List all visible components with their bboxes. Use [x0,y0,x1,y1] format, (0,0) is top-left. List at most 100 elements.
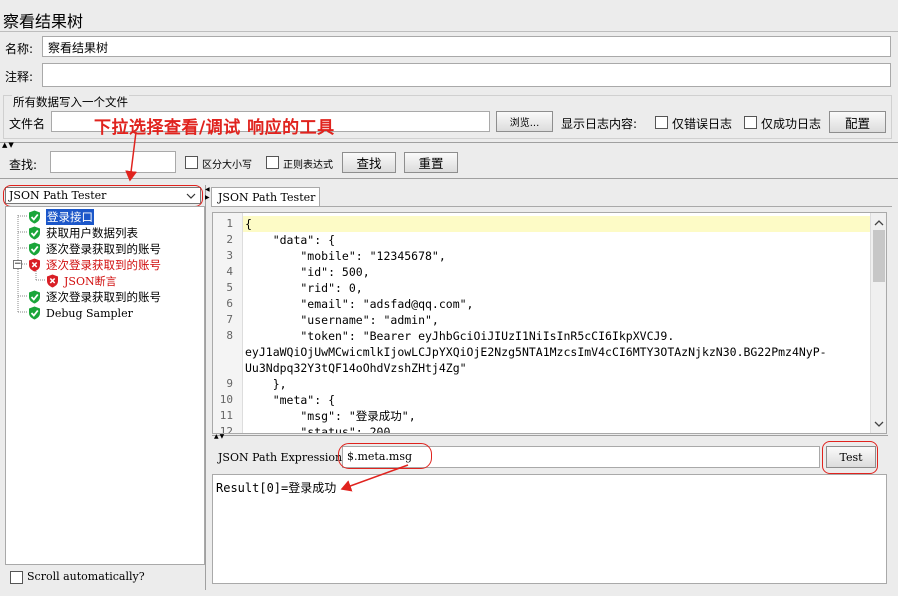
vertical-scrollbar[interactable] [870,213,886,433]
code-text: "username": "admin", [245,313,439,327]
success-shield-icon [29,290,40,304]
line-number: 1 [226,217,233,230]
code-line: 6 "email": "adsfad@qq.com", [213,296,871,312]
failure-shield-icon [47,274,58,288]
code-line: eyJ1aWQiOjUwMCwicmlkIjowLCJpYXQiOjE2Nzg5… [213,344,871,360]
scroll-auto-label: Scroll automatically? [27,570,145,583]
tree-item[interactable]: 逐次登录获取到的账号 [28,289,161,305]
tree-item-label: Debug Sampler [46,306,133,320]
code-line: 7 "username": "admin", [213,312,871,328]
success-shield-icon [29,210,40,224]
splitter-handle-top[interactable]: ▲▼ [0,141,898,149]
success-only-label: 仅成功日志 [761,117,822,131]
vertical-splitter[interactable]: ◀ ▶ [205,185,210,590]
line-number: 9 [226,377,233,390]
file-section-legend: 所有数据写入一个文件 [12,94,129,110]
line-number: 4 [226,265,233,278]
errors-only-label: 仅错误日志 [672,117,733,131]
reset-button[interactable]: 重置 [404,152,458,173]
tree-item-label: 逐次登录获取到的账号 [46,258,161,272]
code-text: "data": { [245,233,336,247]
errors-only-checkbox[interactable] [655,116,668,129]
tree-item[interactable]: JSON断言 [46,273,117,289]
tab-json-path-tester[interactable]: JSON Path Tester [211,187,320,207]
line-number: 7 [226,313,233,326]
code-text: eyJ1aWQiOjUwMCwicmlkIjowLCJpYXQiOjE2Nzg5… [245,345,827,359]
code-line: 4 "id": 500, [213,264,871,280]
scrollbar-thumb[interactable] [873,230,885,282]
code-line: 3 "mobile": "12345678", [213,248,871,264]
name-field-value: 察看结果树 [48,41,109,55]
response-viewer: 1{2 "data": {3 "mobile": "12345678", 4 "i… [212,212,887,434]
annotation-text: 下拉选择查看/调试 响应的工具 [94,118,335,138]
success-only-checkbox[interactable] [744,116,757,129]
tree-item-label: 登录接口 [46,209,94,225]
tree-item[interactable]: 获取用户数据列表 [28,225,138,241]
code-line: Uu3Ndpq32Y3tQF14oOhdVzshZHtj4Zg" [213,360,871,376]
log-label: 显示日志内容: [561,117,638,131]
find-button[interactable]: 查找 [342,152,396,173]
collapse-arrows-icon: ▲▼ [214,433,226,440]
code-text: "email": "adsfad@qq.com", [245,297,474,311]
code-text: "id": 500, [245,265,370,279]
code-line: 12 "status": 200 [213,424,871,434]
file-label: 文件名 [9,117,46,131]
tree-item[interactable]: 逐次登录获取到的账号 [28,257,161,273]
line-number: 8 [226,329,233,342]
comment-field[interactable] [42,63,891,87]
scroll-down-icon[interactable] [872,418,886,430]
result-area: Result[0]=登录成功 [212,474,887,584]
scroll-up-icon[interactable] [872,217,886,229]
result-text: Result[0]=登录成功 [216,481,337,495]
code-line: 8 "token": "Bearer eyJhbGciOiJIUzI1NiIsI… [213,328,871,344]
splitter-arrow-left-icon: ◀ [205,186,210,193]
code-line: 2 "data": { [213,232,871,248]
scroll-auto-checkbox[interactable] [10,571,23,584]
name-field[interactable]: 察看结果树 [42,36,891,57]
tree-item-label: 逐次登录获取到的账号 [46,242,161,256]
annotation-dropdown-highlight [3,185,203,207]
splitter-arrow-right-icon: ▶ [205,194,210,201]
tree-item[interactable]: 逐次登录获取到的账号 [28,241,161,257]
code-text: { [245,217,252,231]
success-shield-icon [29,226,40,240]
code-text: "rid": 0, [245,281,363,295]
annotation-jsonpath-highlight [338,443,432,469]
tree-item-label: 逐次登录获取到的账号 [46,290,161,304]
search-input[interactable] [50,151,176,173]
line-number: 2 [226,233,233,246]
case-sensitive-checkbox[interactable] [185,156,198,169]
tree-item[interactable]: Debug Sampler [28,305,133,321]
line-number: 11 [219,409,233,422]
code-line: 9 }, [213,376,871,392]
splitter-handle-mid[interactable] [0,178,898,183]
line-number: 10 [219,393,233,406]
splitter-handle-right[interactable]: ▲▼ [212,433,888,440]
regex-checkbox[interactable] [266,156,279,169]
failure-shield-icon [29,258,40,272]
browse-button[interactable]: 浏览... [496,111,553,132]
code-line: 10 "meta": { [213,392,871,408]
case-sensitive-label: 区分大小写 [202,160,252,171]
tree-item-label: 获取用户数据列表 [46,226,138,240]
configure-button[interactable]: 配置 [829,111,886,133]
code-text: "token": "Bearer eyJhbGciOiJIUzI1NiIsInR… [245,329,675,343]
code-line: 1{ [213,216,871,232]
code-line: 5 "rid": 0, [213,280,871,296]
code-text: "msg": "登录成功", [245,409,416,423]
code-text: "mobile": "12345678", [245,249,446,263]
name-label: 名称: [5,42,34,56]
code-text: Uu3Ndpq32Y3tQF14oOhdVzshZHtj4Zg" [245,361,467,375]
search-label: 查找: [9,158,38,172]
tab-label: JSON Path Tester [218,191,316,204]
line-number: 6 [226,297,233,310]
code-text: "meta": { [245,393,336,407]
code-text: "status": 200 [245,425,391,434]
code-text: }, [245,377,287,391]
tree-expand-icon[interactable]: − [13,260,22,269]
line-number: 3 [226,249,233,262]
tree-item[interactable]: 登录接口 [28,209,94,225]
success-shield-icon [29,242,40,256]
annotation-test-highlight [822,441,878,474]
collapse-arrows-icon: ▲▼ [2,141,15,149]
